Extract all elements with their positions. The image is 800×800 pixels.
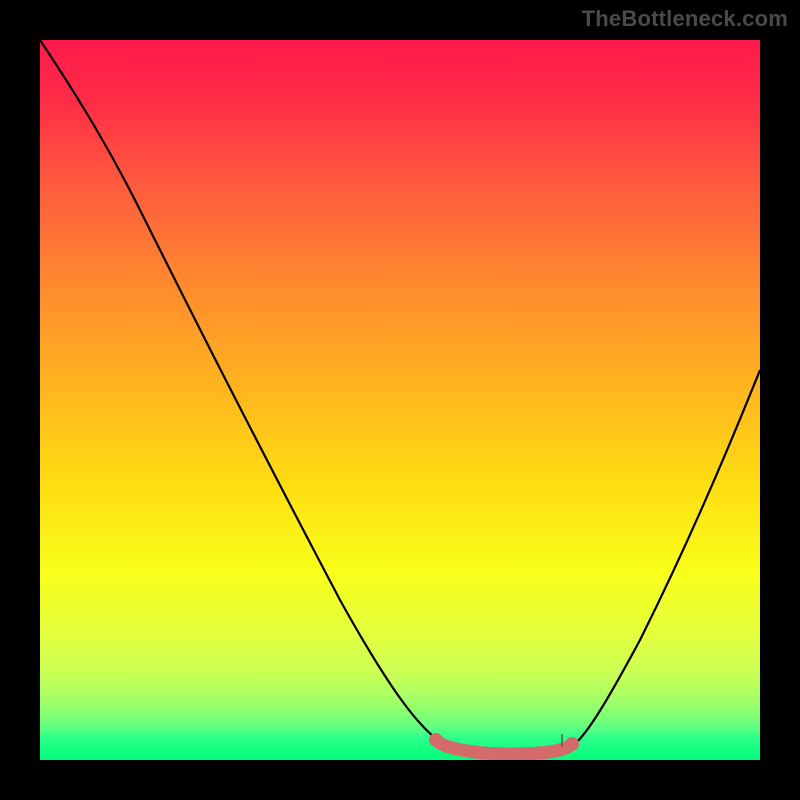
watermark-text: TheBottleneck.com xyxy=(582,6,788,32)
flat-region-dot-left xyxy=(429,733,443,747)
curve-layer xyxy=(40,40,760,760)
bottleneck-curve xyxy=(40,40,760,753)
flat-region-marker xyxy=(438,742,568,754)
plot-area xyxy=(40,40,760,760)
chart-frame: TheBottleneck.com xyxy=(0,0,800,800)
flat-region-dot-right xyxy=(565,737,579,751)
